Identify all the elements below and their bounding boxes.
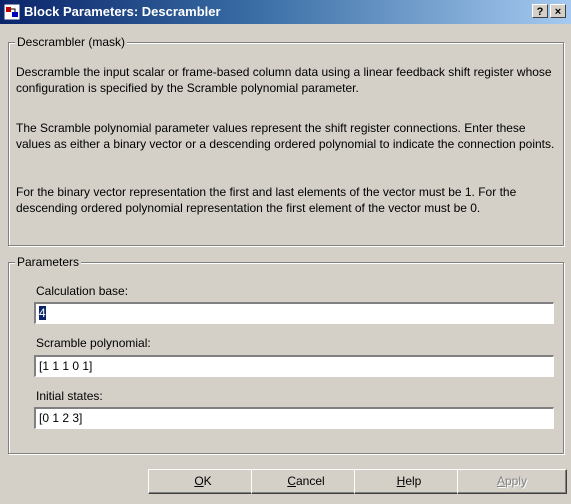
close-button[interactable]: × bbox=[550, 4, 566, 18]
apply-button[interactable]: Apply bbox=[457, 469, 567, 494]
ok-button-accel: O bbox=[194, 474, 204, 488]
initial-states-input[interactable]: [0 1 2 3] bbox=[34, 407, 554, 429]
title-bar[interactable]: Block Parameters: Descrambler ? × bbox=[0, 0, 571, 24]
cancel-button-label: ancel bbox=[295, 474, 325, 488]
description-paragraph-2: The Scramble polynomial parameter values… bbox=[16, 121, 555, 151]
help-title-button[interactable]: ? bbox=[532, 4, 548, 18]
help-button[interactable]: Help bbox=[354, 469, 464, 494]
apply-button-accel: A bbox=[496, 474, 505, 488]
description-group-label: Descrambler (mask) bbox=[15, 35, 128, 49]
simulink-block-icon bbox=[3, 3, 21, 21]
ok-button-label: K bbox=[203, 474, 212, 488]
help-button-label: elp bbox=[405, 474, 422, 488]
window-title: Block Parameters: Descrambler bbox=[24, 4, 221, 19]
calculation-base-input[interactable]: 4 bbox=[34, 302, 554, 324]
cancel-button-accel: C bbox=[287, 474, 296, 488]
description-paragraph-3: For the binary vector representation the… bbox=[16, 185, 517, 215]
description-paragraph-1: Descramble the input scalar or frame-bas… bbox=[16, 65, 552, 95]
parameters-group-label: Parameters bbox=[15, 255, 82, 269]
initial-states-label: Initial states: bbox=[36, 389, 103, 403]
scramble-polynomial-label: Scramble polynomial: bbox=[36, 336, 151, 350]
apply-button-label: pply bbox=[505, 474, 528, 488]
block-parameters-dialog: Block Parameters: Descrambler ? × Descra… bbox=[0, 0, 571, 504]
calculation-base-label: Calculation base: bbox=[36, 284, 129, 298]
ok-button[interactable]: OK bbox=[148, 469, 258, 494]
cancel-button[interactable]: Cancel bbox=[251, 469, 361, 494]
scramble-polynomial-input[interactable]: [1 1 1 0 1] bbox=[34, 355, 554, 377]
calculation-base-value: 4 bbox=[39, 306, 46, 320]
